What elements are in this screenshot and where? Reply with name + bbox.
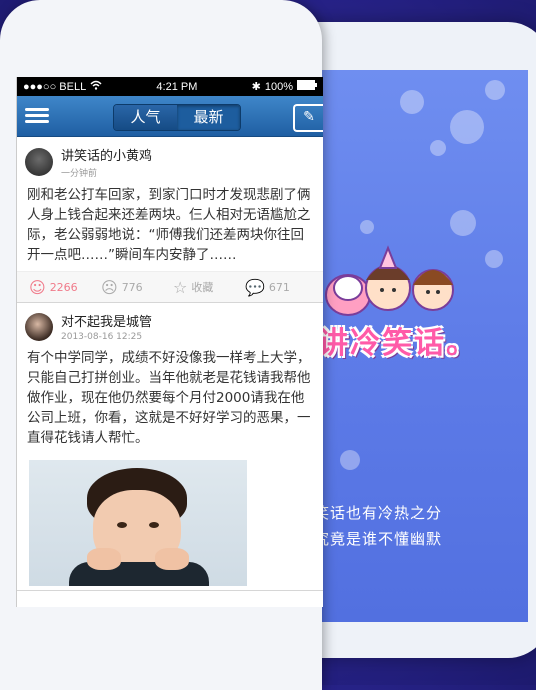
- splash-tagline-1: 笑话也有冷热之分: [314, 504, 443, 522]
- tab-popular[interactable]: 人气: [114, 105, 177, 130]
- post-username[interactable]: 对不起我是城管: [61, 311, 152, 330]
- bluetooth-icon: ✱: [251, 81, 261, 93]
- like-count: 2266: [49, 280, 78, 294]
- splash-tagline-2: 究竟是谁不懂幽默: [314, 530, 443, 548]
- status-bar: ●●●○○ BELL 4:21 PM ✱ 100%: [17, 77, 323, 96]
- post-text: 刚和老公打车回家，到家门口时才发现悲剧了俩人身上钱合起来还差两块。仨人相对无语尴…: [27, 187, 311, 263]
- tab-latest[interactable]: 最新: [177, 105, 240, 130]
- splash-logo: 讲冷笑话。: [318, 326, 478, 361]
- laugh-face-icon: ☺: [29, 277, 46, 297]
- menu-icon[interactable]: [25, 105, 49, 127]
- clock: 4:21 PM: [156, 80, 198, 93]
- comment-button[interactable]: 💬 671: [245, 278, 295, 297]
- bored-face-icon: ☹: [101, 277, 118, 297]
- app-screen: ●●●○○ BELL 4:21 PM ✱ 100% 人气 最新 ✎ 讲笑话的小黄…: [16, 77, 323, 607]
- post-time: 一分钟前: [61, 169, 98, 179]
- post-actions: ☺ 2266 ☹ 776 ☆ 收藏 💬 671: [17, 271, 323, 302]
- comment-icon: 💬: [245, 277, 265, 297]
- feed-list: 讲笑话的小黄鸡 一分钟前 刚和老公打车回家，到家门口时才发现悲剧了俩人身上钱合起…: [17, 137, 323, 591]
- post-card[interactable]: 讲笑话的小黄鸡 一分钟前 刚和老公打车回家，到家门口时才发现悲剧了俩人身上钱合起…: [17, 137, 323, 303]
- post-card[interactable]: 对不起我是城管 2013-08-16 12:25 有个中学同学，成绩不好没像我一…: [17, 303, 323, 591]
- compose-icon[interactable]: ✎: [293, 104, 323, 132]
- dislike-button[interactable]: ☹ 776: [101, 278, 173, 297]
- post-time: 2013-08-16 12:25: [61, 332, 143, 342]
- carrier-label: ●●●○○ BELL: [23, 80, 87, 93]
- post-text: 有个中学同学，成绩不好没像我一样考上大学，只能自己打拼创业。当年他就老是花钱请我…: [27, 350, 311, 446]
- comment-count: 671: [268, 280, 290, 294]
- cartoon-characters-icon: [325, 245, 454, 316]
- star-icon: ☆: [173, 277, 188, 297]
- nav-bar: 人气 最新 ✎: [17, 96, 323, 137]
- post-username[interactable]: 讲笑话的小黄鸡: [61, 145, 152, 164]
- avatar[interactable]: [25, 312, 53, 341]
- avatar[interactable]: [25, 148, 53, 176]
- post-photo[interactable]: [29, 460, 247, 586]
- dislike-count: 776: [121, 280, 143, 294]
- favorite-button[interactable]: ☆ 收藏: [173, 278, 245, 297]
- wifi-icon: [90, 80, 102, 93]
- like-button[interactable]: ☺ 2266: [29, 278, 101, 297]
- front-phone: ●●●○○ BELL 4:21 PM ✱ 100% 人气 最新 ✎ 讲笑话的小黄…: [0, 0, 323, 690]
- favorite-label: 收藏: [191, 281, 214, 294]
- battery-icon: [296, 80, 317, 93]
- segmented-tabs: 人气 最新: [113, 104, 241, 131]
- battery-level: 100%: [264, 80, 293, 93]
